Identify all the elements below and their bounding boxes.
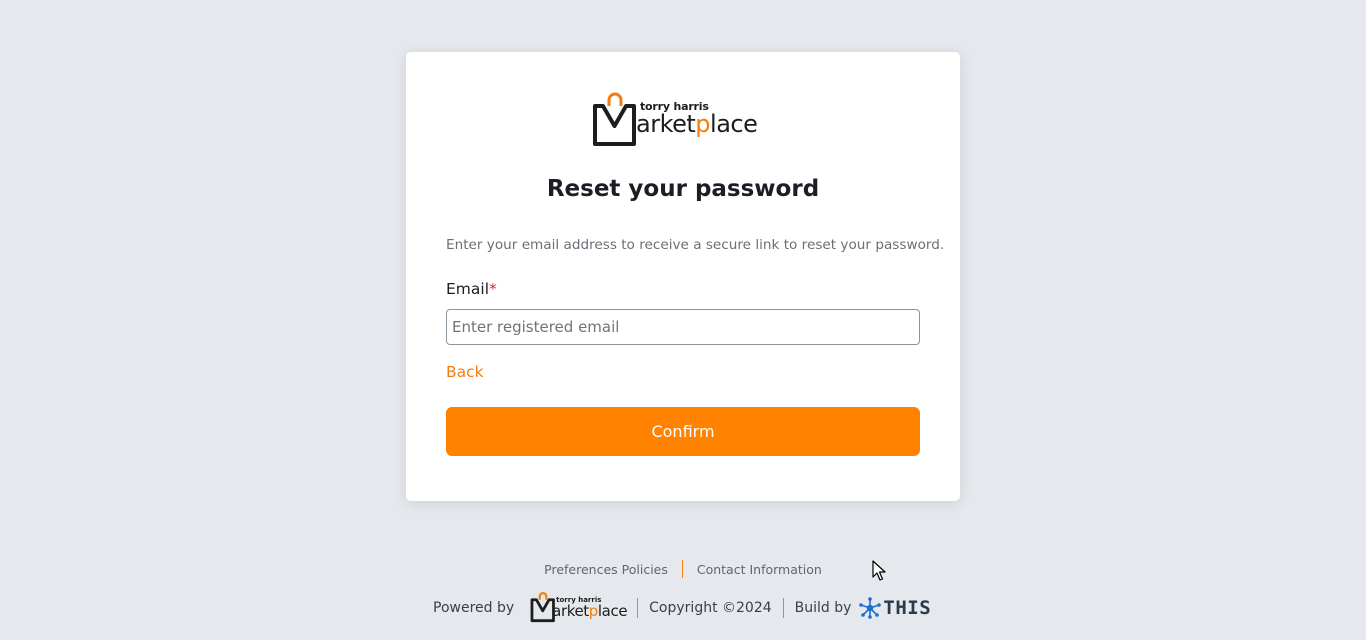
footer-links: Preferences Policies Contact Information	[0, 560, 1366, 578]
reset-instructions: Enter your email address to receive a se…	[446, 237, 945, 253]
page-title: Reset your password	[546, 176, 820, 202]
marketplace-logo: torry harris arketplace	[592, 92, 774, 150]
footer-divider	[681, 560, 683, 578]
back-link[interactable]: Back	[446, 363, 484, 381]
powered-by-label: Powered by	[433, 600, 515, 616]
email-label: Email*	[446, 280, 497, 298]
mouse-pointer-icon	[872, 560, 886, 581]
confirm-button[interactable]: Confirm	[446, 407, 920, 456]
contact-information-link[interactable]: Contact Information	[697, 562, 822, 577]
copyright-text: Copyright ©2024	[649, 600, 772, 616]
required-marker: *	[489, 280, 497, 298]
footer-logo-wordmark: arketplace	[552, 602, 628, 620]
build-by-label: Build by	[794, 600, 852, 616]
footer-divider	[782, 598, 784, 618]
footer-credits: Powered by torry harris arketplace Copyr…	[433, 592, 931, 624]
footer-marketplace-logo: torry harris arketplace	[530, 592, 628, 624]
preferences-policies-link[interactable]: Preferences Policies	[544, 562, 668, 577]
footer-divider	[637, 598, 639, 618]
this-brand-text: THIS	[883, 597, 932, 619]
logo-wordmark: arketplace	[636, 110, 758, 138]
reset-password-card: torry harris arketplace Reset your passw…	[406, 52, 960, 501]
marketplace-bag-icon	[593, 92, 636, 146]
email-field[interactable]	[446, 309, 920, 345]
this-network-icon	[859, 597, 882, 619]
this-logo: THIS	[859, 597, 931, 619]
